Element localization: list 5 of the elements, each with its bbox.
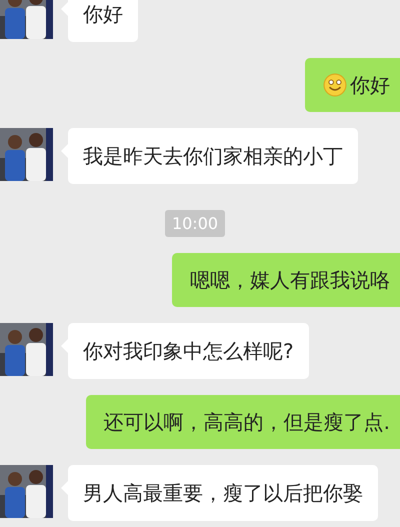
message-bubble: 嗯嗯，媒人有跟我说咯 xyxy=(172,253,400,307)
message-bubble: 还可以啊，高高的，但是瘦了点. xyxy=(86,395,400,449)
message-bubble: 你好 xyxy=(305,58,400,112)
smiley-icon xyxy=(323,73,347,97)
timestamp: 10:00 xyxy=(164,210,226,237)
